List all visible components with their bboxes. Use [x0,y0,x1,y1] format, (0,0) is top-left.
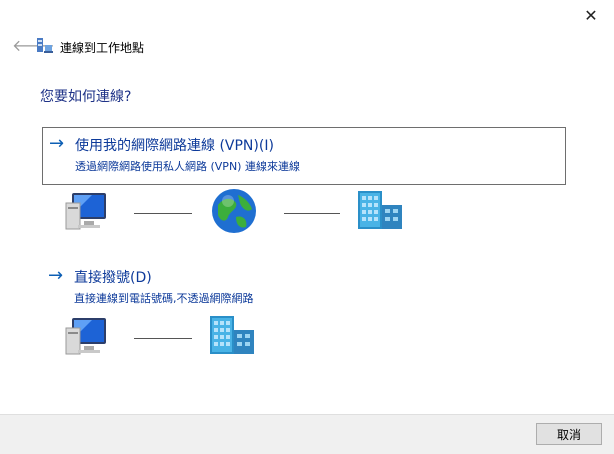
option-vpn[interactable]: → 使用我的網際網路連線 (VPN)(I) 透過網際網路使用私人網路 (VPN)… [42,127,566,185]
option-arrow-icon: → [48,265,64,286]
connection-line [134,338,192,339]
content-area: 您要如何連線? → 使用我的網際網路連線 (VPN)(I) 透過網際網路使用私人… [0,64,614,414]
office-building-icon [356,189,406,233]
connection-question: 您要如何連線? [40,89,132,105]
computer-icon [62,316,108,358]
close-icon: ✕ [584,5,598,25]
connection-line [284,213,340,214]
option-vpn-title: 使用我的網際網路連線 (VPN)(I) [75,138,274,154]
option-arrow-icon: → [49,133,65,154]
option-dial-up-title: 直接撥號(D) [74,270,152,286]
globe-icon [210,187,258,235]
back-button[interactable]: 🡐 [12,36,55,56]
connection-line [134,213,192,214]
vpn-diagram [62,187,422,237]
title-bar: ✕ [0,0,614,30]
computer-icon [62,191,108,233]
footer-bar: 取消 [0,414,614,454]
network-wizard-icon [36,36,54,56]
wizard-title: 連線到工作地點 [60,41,145,55]
option-dial-up-description: 直接連線到電話號碼,不透過網際網路 [74,292,254,305]
dial-up-diagram [62,312,422,362]
close-button[interactable]: ✕ [568,0,614,30]
office-building-icon [208,314,258,358]
option-vpn-description: 透過網際網路使用私人網路 (VPN) 連線來連線 [75,160,300,173]
cancel-button[interactable]: 取消 [536,423,602,445]
option-dial-up[interactable]: → 直接撥號(D) 直接連線到電話號碼,不透過網際網路 [42,260,564,306]
wizard-header: 🡐 連線到工作地點 [0,30,614,64]
